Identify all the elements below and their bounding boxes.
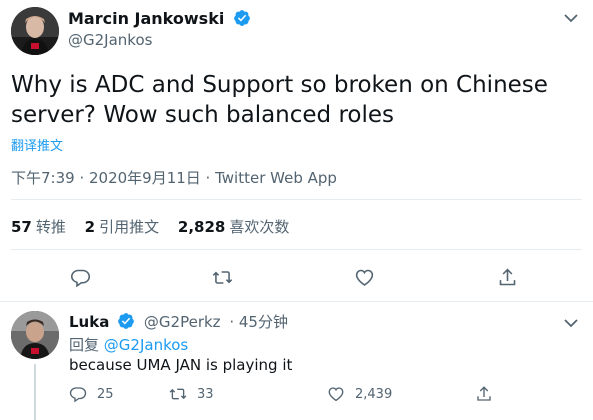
main-tweet: Marcin Jankowski @G2Jankos Why is ADC an… (0, 0, 593, 302)
replying-to-handle-link[interactable]: @G2Jankos (104, 336, 188, 354)
chevron-down-icon[interactable] (564, 13, 578, 23)
like-icon[interactable] (347, 260, 381, 294)
thread-line (34, 364, 36, 420)
chevron-down-icon[interactable] (564, 318, 578, 328)
reply-icon[interactable] (63, 260, 97, 294)
reply-button[interactable]: 25 (69, 382, 114, 406)
reply-header: Luka @G2Perkz · 45分钟 (69, 311, 288, 332)
retweet-count: 33 (197, 386, 214, 402)
tweet-actions (0, 260, 593, 294)
retweet-button[interactable]: 33 (169, 382, 214, 406)
reply-dot: · (229, 313, 235, 331)
reply-time[interactable]: 45分钟 (239, 313, 288, 331)
like-icon (328, 387, 344, 402)
like-count: 2,439 (355, 386, 393, 402)
replying-to-prefix: 回复 (69, 336, 100, 354)
retweet-icon (169, 388, 187, 400)
author-name[interactable]: Marcin Jankowski (68, 9, 251, 28)
quote-tweet-count[interactable]: 2 引用推文 (85, 218, 159, 236)
author-handle[interactable]: @G2Jankos (68, 31, 152, 49)
translate-tweet-link[interactable]: 翻译推文 (11, 135, 63, 154)
tweet-timestamp[interactable]: 下午7:39 · 2020年9月11日 · Twitter Web App (11, 167, 337, 188)
share-icon (477, 386, 491, 401)
reply-tweet[interactable]: Luka @G2Perkz · 45分钟 回复 @G2Jankos becaus… (0, 302, 593, 420)
avatar[interactable] (11, 7, 59, 55)
divider (11, 199, 582, 200)
replying-to: 回复 @G2Jankos (69, 334, 188, 355)
reply-text: because UMA JAN is playing it (69, 356, 293, 374)
reply-icon (69, 387, 87, 403)
share-button[interactable] (475, 382, 503, 406)
reply-author-handle[interactable]: @G2Perkz (144, 313, 221, 331)
avatar[interactable] (11, 311, 59, 359)
retweet-icon[interactable] (205, 260, 239, 294)
author-name-text: Marcin Jankowski (68, 9, 225, 28)
reply-actions: 25 33 2,439 (69, 382, 569, 406)
like-count[interactable]: 2,828 喜欢次数 (178, 218, 289, 236)
tweet-text: Why is ADC and Support so broken on Chin… (11, 72, 548, 128)
divider (11, 249, 582, 250)
tweet-stats: 57 转推 2 引用推文 2,828 喜欢次数 (11, 216, 303, 237)
retweet-count[interactable]: 57 转推 (11, 218, 66, 236)
reply-count: 25 (97, 386, 114, 402)
like-button[interactable]: 2,439 (327, 382, 392, 406)
verified-badge-icon (234, 10, 250, 26)
verified-badge-icon (118, 313, 134, 329)
reply-author-name[interactable]: Luka (69, 313, 109, 331)
share-icon[interactable] (490, 260, 524, 294)
